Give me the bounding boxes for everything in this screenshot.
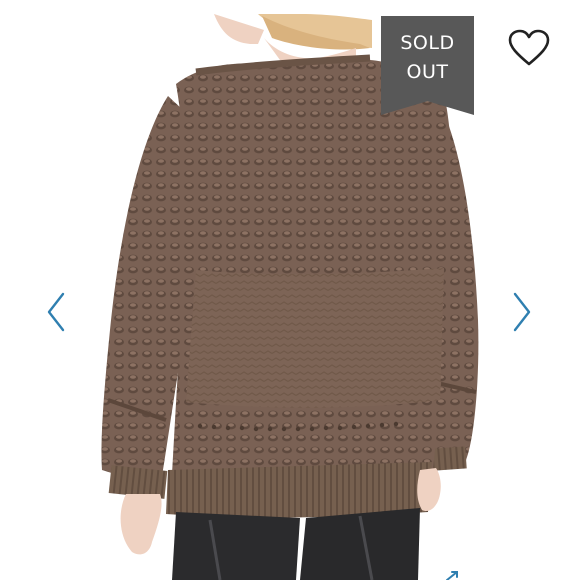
chevron-left-icon <box>47 292 65 332</box>
sold-out-badge: SOLD OUT <box>381 16 474 115</box>
product-photo[interactable] <box>0 0 580 580</box>
sold-out-badge-line1: SOLD <box>400 32 455 54</box>
like-button[interactable] <box>507 28 551 68</box>
expand-image-button[interactable] <box>444 568 462 580</box>
chevron-right-icon <box>513 292 531 332</box>
model-pants <box>172 508 420 580</box>
sold-out-badge-line2: OUT <box>406 61 449 83</box>
sweater-hem <box>166 462 432 518</box>
listing-image-viewer: SOLD OUT <box>0 0 580 580</box>
previous-image-button[interactable] <box>44 290 68 334</box>
heart-outline-icon <box>508 29 550 66</box>
next-image-button[interactable] <box>510 290 534 334</box>
expand-arrow-icon <box>446 571 458 580</box>
